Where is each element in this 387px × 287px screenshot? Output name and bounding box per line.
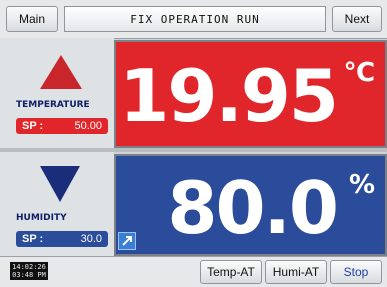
temperature-sp-value: 50.00: [74, 120, 102, 132]
humidity-label: HUMIDITY: [16, 213, 67, 223]
clock-time: 14:02:26: [12, 263, 46, 271]
humi-at-button[interactable]: Humi-AT: [265, 260, 327, 284]
humidity-unit: %: [348, 170, 375, 200]
temperature-sp-key: SP :: [22, 120, 44, 132]
humidity-sp-key: SP :: [22, 233, 44, 245]
humidity-down-arrow-icon: [40, 166, 80, 202]
humidity-setpoint[interactable]: SP : 30.0: [16, 231, 108, 247]
humidity-value: 80.0: [167, 166, 339, 250]
humidity-sp-value: 30.0: [80, 233, 102, 245]
humidity-value-panel: 80.0 %: [114, 154, 387, 256]
temperature-label: TEMPERATURE: [16, 100, 90, 110]
clock-display: 14:02:26 03:48 PM: [10, 262, 48, 280]
temperature-value-panel: 19.95 ℃: [114, 40, 387, 148]
temperature-up-arrow-icon: [40, 55, 82, 89]
resize-arrow-icon[interactable]: [118, 232, 136, 250]
temperature-value: 19.95: [119, 54, 339, 138]
clock-ampm: 03:48 PM: [12, 271, 46, 279]
temperature-setpoint[interactable]: SP : 50.00: [16, 118, 108, 134]
main-button[interactable]: Main: [6, 6, 58, 32]
stop-button[interactable]: Stop: [330, 260, 382, 284]
bottom-bar: [0, 256, 387, 287]
operation-title: FIX OPERATION RUN: [64, 6, 326, 32]
next-button[interactable]: Next: [332, 6, 382, 32]
temperature-unit: ℃: [343, 58, 375, 88]
temp-at-button[interactable]: Temp-AT: [200, 260, 262, 284]
